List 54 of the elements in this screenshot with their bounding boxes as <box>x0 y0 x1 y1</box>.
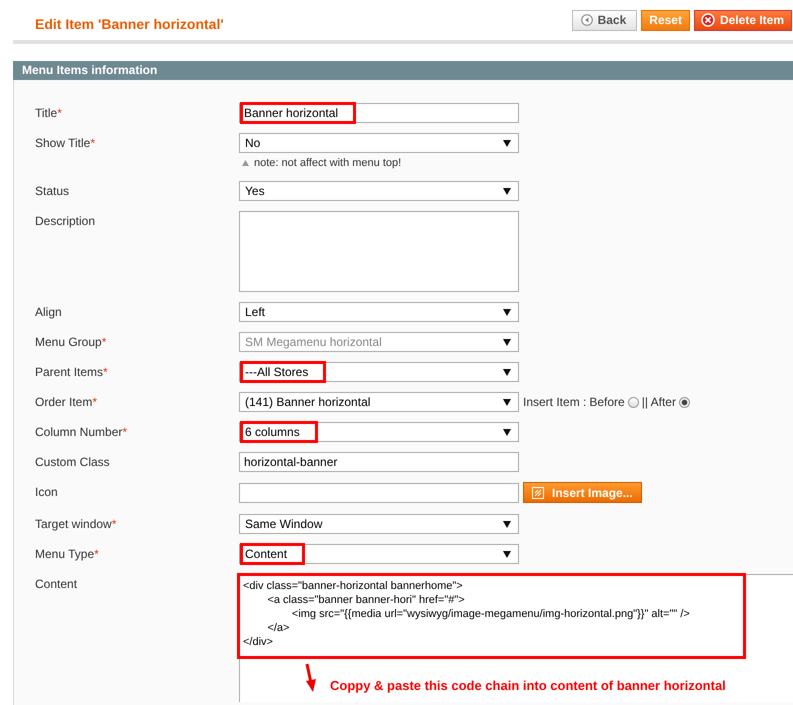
radio-button[interactable] <box>678 396 690 408</box>
select-field[interactable]: No <box>239 133 519 153</box>
field-note: note: not affect with menu top! <box>254 157 402 169</box>
select-field[interactable]: Content <box>239 544 519 564</box>
field-label: Menu Group* <box>35 335 106 349</box>
field-label: Column Number* <box>35 425 128 439</box>
caret-icon <box>503 338 511 346</box>
field-label: Status <box>35 184 70 198</box>
field-label: Align <box>35 305 62 319</box>
section-header: Menu Items information <box>13 61 793 80</box>
field-label: Custom Class <box>35 455 110 469</box>
code-line: </a> <box>266 621 290 635</box>
code-line: <a class="banner banner-hori" href="#"> <box>266 593 466 607</box>
insert-item-label: Insert Item : <box>523 395 586 409</box>
triangle-icon <box>242 160 249 166</box>
image-icon <box>532 486 544 498</box>
select-field[interactable]: 6 columns <box>239 422 519 442</box>
caret-icon <box>503 520 511 528</box>
text-area[interactable] <box>239 574 793 702</box>
header-button[interactable]: Back <box>572 10 638 30</box>
code-line: <img src="{{media url="wysiwyg/image-megamenu/img-horizontal.png"}}" alt="" /> <box>290 607 691 621</box>
caret-icon <box>503 428 511 436</box>
caret-icon <box>503 308 511 316</box>
caret-icon <box>503 140 511 146</box>
select-field[interactable]: Same Window <box>239 514 519 534</box>
field-label: Icon <box>35 485 58 499</box>
input-field[interactable]: horizontal-banner <box>239 452 519 472</box>
select-field[interactable]: (141) Banner horizontal <box>239 392 519 412</box>
field-label: Show Title* <box>35 136 96 150</box>
field-label: Title* <box>35 106 62 120</box>
caret-icon <box>503 188 511 194</box>
field-label: Order Item* <box>35 395 98 409</box>
caret-icon <box>503 368 511 376</box>
option-label: || After <box>642 395 676 409</box>
arrow-icon <box>304 663 318 693</box>
field-label: Menu Type* <box>35 547 99 561</box>
radio-button[interactable] <box>628 396 639 408</box>
input-field[interactable]: Banner horizontal <box>239 103 519 123</box>
select-field[interactable]: ---All Stores <box>239 362 519 382</box>
input-field[interactable] <box>239 482 519 502</box>
select-field[interactable]: Left <box>239 302 519 322</box>
caret-icon <box>503 398 511 406</box>
field-label: Parent Items* <box>35 365 108 379</box>
page-title: Edit Item 'Banner horizontal' <box>35 15 224 32</box>
annotation-text: Coppy & paste this code chain into content of banner horizontal <box>330 678 726 693</box>
code-line: <div class="banner-horizontal bannerhome"> <box>243 579 464 593</box>
field-label: Description <box>35 214 96 228</box>
field-label: Content <box>35 577 78 591</box>
close-icon <box>700 13 715 27</box>
code-line: </div> <box>243 635 274 649</box>
select-field[interactable]: Yes <box>239 181 519 201</box>
caret-icon <box>503 550 511 558</box>
field-label: Target window* <box>35 517 116 531</box>
option-label: Before <box>589 395 625 409</box>
